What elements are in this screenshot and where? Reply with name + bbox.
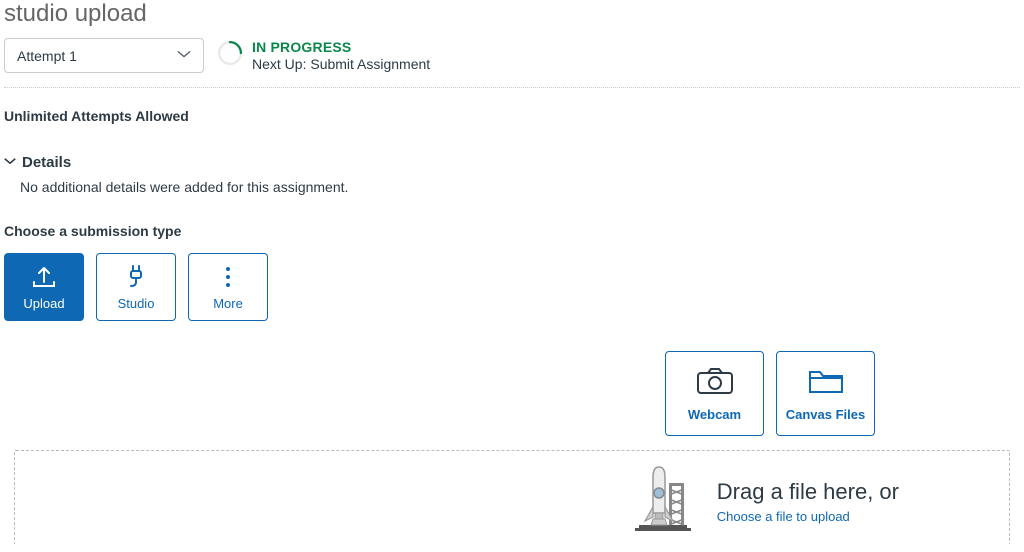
attempt-select-value: Attempt 1 <box>17 48 77 64</box>
submission-type-studio-label: Studio <box>118 296 155 311</box>
chevron-down-icon <box>177 47 191 64</box>
chevron-down-icon <box>4 154 16 171</box>
rocket-icon <box>623 463 699 540</box>
attempt-row: Attempt 1 IN PROGRESS Next Up: Submit As… <box>4 38 1020 73</box>
section-divider <box>4 87 1020 88</box>
attempts-allowed-label: Unlimited Attempts Allowed <box>4 108 1020 124</box>
details-header-text: Details <box>22 154 71 171</box>
folder-icon <box>806 366 846 399</box>
status-label: IN PROGRESS <box>252 39 430 56</box>
details-body: No additional details were added for thi… <box>20 179 1020 195</box>
upload-icon <box>30 264 58 290</box>
submission-type-list: Upload Studio More <box>4 253 1020 321</box>
progress-status: IN PROGRESS Next Up: Submit Assignment <box>216 39 430 73</box>
page-title: studio upload <box>4 0 1020 28</box>
choose-file-link[interactable]: Choose a file to upload <box>717 509 899 524</box>
submission-type-more-label: More <box>213 296 243 311</box>
status-next-up: Next Up: Submit Assignment <box>252 56 430 73</box>
submission-type-upload-label: Upload <box>23 296 64 311</box>
upload-source-canvas-files-label: Canvas Files <box>786 407 866 422</box>
progress-spinner-icon <box>216 39 244 72</box>
file-dropzone[interactable]: Drag a file here, or Choose a file to up… <box>14 450 1010 544</box>
plug-icon <box>123 264 149 290</box>
more-icon <box>224 264 232 290</box>
submission-type-studio[interactable]: Studio <box>96 253 176 321</box>
details-toggle[interactable]: Details <box>4 154 71 171</box>
camera-icon <box>695 366 735 399</box>
upload-source-webcam-label: Webcam <box>688 407 741 422</box>
attempt-select[interactable]: Attempt 1 <box>4 38 204 73</box>
submission-type-more[interactable]: More <box>188 253 268 321</box>
upload-source-row: Webcam Canvas Files <box>4 351 1020 436</box>
dropzone-drag-label: Drag a file here, or <box>717 479 899 505</box>
submission-type-upload[interactable]: Upload <box>4 253 84 321</box>
upload-source-canvas-files[interactable]: Canvas Files <box>776 351 875 436</box>
upload-source-webcam[interactable]: Webcam <box>665 351 764 436</box>
submission-type-label: Choose a submission type <box>4 223 1020 239</box>
